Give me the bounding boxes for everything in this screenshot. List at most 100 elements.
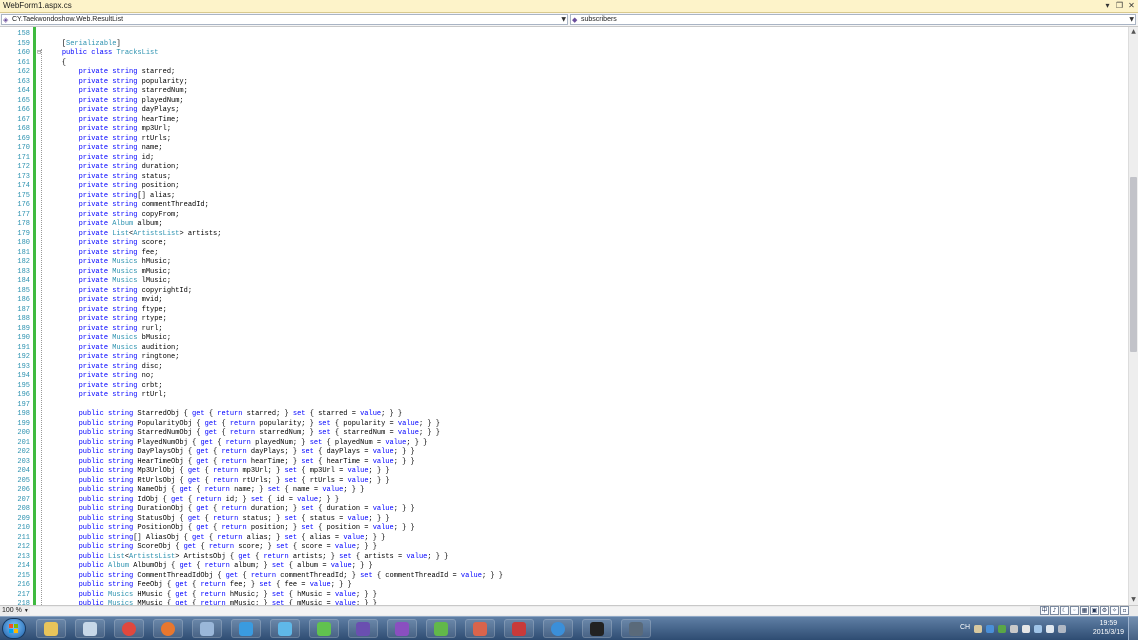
- keyword-token: private string: [78, 115, 142, 124]
- ime-icon[interactable]: ◦: [1070, 606, 1079, 615]
- flag-icon[interactable]: [1022, 625, 1030, 633]
- code-token: ; } }: [343, 486, 365, 494]
- code-text: private string duration;: [45, 163, 180, 173]
- taskbar-app-button[interactable]: [270, 619, 300, 638]
- code-line: 217 public Musics HMusic { get { return …: [0, 591, 1126, 601]
- app-icon: [629, 622, 643, 636]
- zoom-selector[interactable]: 100 % ▼: [2, 606, 29, 616]
- code-token: StatusObj {: [137, 514, 188, 523]
- keyword-token: return: [221, 505, 247, 513]
- keyword-token: private string: [78, 153, 142, 162]
- tray-icon[interactable]: [974, 625, 982, 633]
- keyword-token: public: [78, 590, 109, 599]
- start-button[interactable]: [2, 618, 26, 639]
- taskbar-app-button[interactable]: [153, 619, 183, 638]
- code-line: 200 public string StarredNumObj { get { …: [0, 429, 1126, 439]
- tray-icon[interactable]: [1058, 625, 1066, 633]
- code-token: {: [217, 419, 230, 428]
- keyword-token: return: [213, 467, 239, 475]
- restore-icon[interactable]: ❐: [1115, 0, 1124, 12]
- taskbar-app-button[interactable]: [387, 619, 417, 638]
- keyword-token: return: [250, 571, 277, 580]
- ime-icon[interactable]: 中: [1040, 606, 1049, 615]
- help-icon[interactable]: [986, 625, 994, 633]
- type-selector-dropdown[interactable]: ◈ CY.Taekwondoshow.Web.ResultList ▼: [1, 14, 568, 25]
- code-token: { starredNum =: [330, 429, 398, 437]
- vertical-scrollbar[interactable]: ▲ ▼: [1128, 27, 1138, 605]
- keyword-token: private: [78, 334, 113, 342]
- taskbar-app-button[interactable]: [231, 619, 261, 638]
- code-line: 159 [Serializable]: [0, 40, 1126, 50]
- taskbar-app-button[interactable]: [348, 619, 378, 638]
- taskbar-app-button[interactable]: [582, 619, 612, 638]
- keyword-token: get: [196, 524, 209, 532]
- code-token: {: [208, 524, 222, 532]
- clock[interactable]: 19:59 2015/3/19: [1093, 619, 1124, 637]
- keyword-token: private string: [78, 163, 142, 171]
- code-token: ftype;: [141, 305, 167, 314]
- keyword-token: value: [343, 533, 365, 542]
- taskbar-app-button[interactable]: [36, 619, 66, 638]
- keyword-token: set: [267, 486, 281, 494]
- close-icon[interactable]: ✕: [1127, 0, 1136, 12]
- code-token: playedNum;: [141, 96, 184, 105]
- scrollbar-thumb[interactable]: [1130, 177, 1137, 352]
- code-token: status;: [141, 172, 172, 181]
- ime-icon[interactable]: ✧: [1110, 606, 1119, 615]
- horizontal-scrollbar[interactable]: [30, 607, 1030, 615]
- ime-icon[interactable]: ⚙: [1100, 606, 1109, 615]
- line-number: 158: [17, 30, 30, 38]
- taskbar-app-button[interactable]: [504, 619, 534, 638]
- type-token: Musics: [108, 590, 134, 599]
- network-icon[interactable]: [1034, 625, 1042, 633]
- ime-icon[interactable]: ♪: [1050, 606, 1059, 615]
- keyword-token: get: [175, 590, 188, 599]
- show-desktop-button[interactable]: [1128, 617, 1138, 640]
- keyword-token: value: [347, 476, 369, 485]
- keyword-token: private string: [78, 362, 142, 371]
- code-token: ; } }: [368, 467, 390, 475]
- taskbar-app-button[interactable]: [114, 619, 144, 638]
- keyword-token: set: [259, 581, 272, 589]
- code-token: artists; }: [288, 552, 340, 561]
- code-line: 199 public string PopularityObj { get { …: [0, 420, 1126, 430]
- code-text: public string DayPlaysObj { get { return…: [45, 448, 415, 458]
- tray-icon[interactable]: [998, 625, 1006, 633]
- taskbar-app-button[interactable]: [192, 619, 222, 638]
- taskbar-app-button[interactable]: [426, 619, 456, 638]
- taskbar-app-button[interactable]: [621, 619, 651, 638]
- line-number: 207: [17, 495, 30, 504]
- ime-icon[interactable]: ▦: [1080, 606, 1089, 615]
- keyword-token: get: [187, 467, 201, 475]
- taskbar-app-button[interactable]: [543, 619, 573, 638]
- volume-icon[interactable]: [1046, 625, 1054, 633]
- taskbar-app-button[interactable]: [465, 619, 495, 638]
- code-line: 203 public string HearTimeObj { get { re…: [0, 458, 1126, 468]
- line-number: 215: [17, 571, 30, 580]
- line-number: 169: [17, 134, 30, 143]
- code-text: public string Mp3UrlObj { get { return m…: [45, 467, 390, 477]
- taskbar-app-button[interactable]: [75, 619, 105, 638]
- language-indicator[interactable]: CH: [960, 624, 970, 631]
- taskbar-app-button[interactable]: [309, 619, 339, 638]
- dropdown-icon[interactable]: ▾: [1103, 0, 1112, 12]
- code-editor[interactable]: ⊟ 158 159 [Serializable] 160 public class …: [0, 27, 1138, 608]
- ime-icon[interactable]: ☾: [1060, 606, 1069, 615]
- keyword-token: value: [372, 524, 394, 532]
- scroll-up-icon[interactable]: ▲: [1129, 28, 1138, 36]
- keyword-token: public string: [78, 571, 138, 580]
- keyword-token: private string: [78, 324, 142, 333]
- tray-icon[interactable]: [1010, 625, 1018, 633]
- scroll-down-icon[interactable]: ▼: [1129, 596, 1138, 604]
- qq-icon: [590, 622, 604, 636]
- ime-icon[interactable]: ▫: [1120, 606, 1129, 615]
- code-token: ; } }: [364, 533, 386, 542]
- member-selector-dropdown[interactable]: ◆ subscribers ▼: [570, 14, 1136, 25]
- ime-icon[interactable]: ▣: [1090, 606, 1099, 615]
- code-line: 164 private string starredNum;: [0, 87, 1126, 97]
- zoom-level: 100 %: [2, 607, 22, 614]
